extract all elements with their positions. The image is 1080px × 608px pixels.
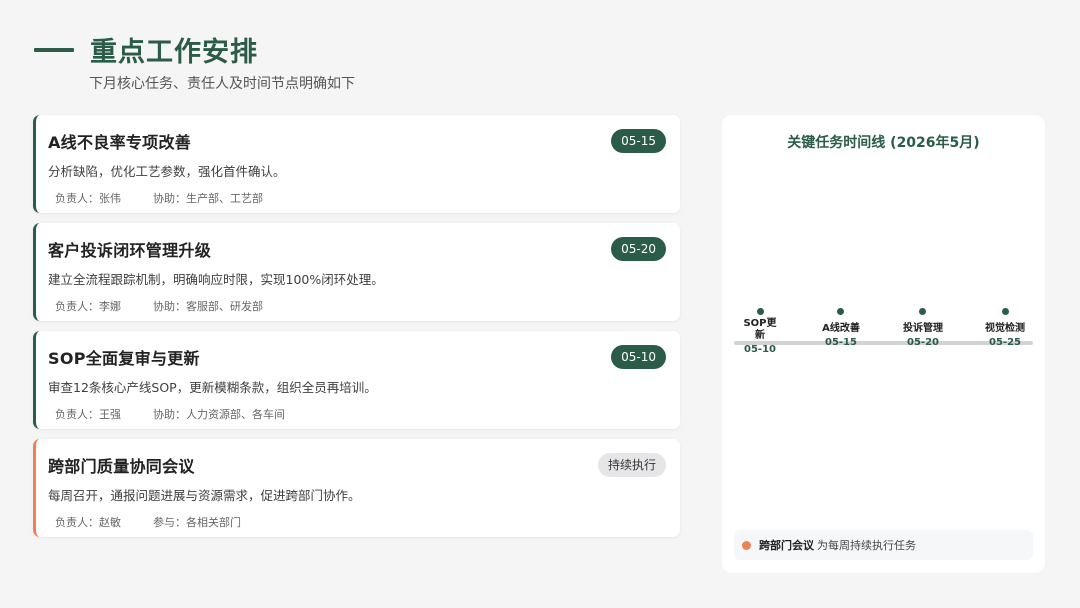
task-title: SOP全面复审与更新 <box>48 349 200 368</box>
timeline-date: 05-25 <box>989 337 1021 348</box>
task-owner: 负责人：张伟 <box>55 192 121 205</box>
timeline-dot <box>1002 308 1009 315</box>
due-date-badge: 05-20 <box>611 237 666 261</box>
task-card[interactable]: A线不良率专项改善 分析缺陷，优化工艺参数，强化首件确认。 负责人：张伟 协助：… <box>33 115 680 213</box>
page-subtitle: 下月核心任务、责任人及时间节点明确如下 <box>89 76 355 92</box>
task-description: 建立全流程跟踪机制，明确响应时限，实现100%闭环处理。 <box>48 272 384 287</box>
task-meta: 负责人：赵敏 参与：各相关部门 <box>48 514 666 530</box>
task-card[interactable]: SOP全面复审与更新 审查12条核心产线SOP，更新模糊条款，组织全员再培训。 … <box>33 331 680 429</box>
task-assist: 协助：生产部、工艺部 <box>153 192 263 205</box>
timeline-date: 05-20 <box>907 337 939 348</box>
timeline-label: 投诉管理 <box>903 323 943 334</box>
due-date-badge: 05-10 <box>611 345 666 369</box>
timeline-date: 05-15 <box>825 337 857 348</box>
timeline-dot <box>919 308 926 315</box>
task-assist: 协助：客服部、研发部 <box>153 300 263 313</box>
timeline-title: 关键任务时间线 (2026年5月) <box>787 135 980 151</box>
timeline-panel: 关键任务时间线 (2026年5月) SOP更新 05-10 A线改善 05-15… <box>722 115 1045 573</box>
task-meta: 负责人：李娜 协助：客服部、研发部 <box>48 298 666 314</box>
timeline-label: 视觉检测 <box>985 323 1025 334</box>
task-card[interactable]: 跨部门质量协同会议 每周召开，通报问题进展与资源需求，促进跨部门协作。 负责人：… <box>33 439 680 537</box>
note-highlight: 跨部门会议 <box>759 539 814 552</box>
task-title: 跨部门质量协同会议 <box>48 457 195 476</box>
note-text: 为每周持续执行任务 <box>817 539 916 552</box>
task-description: 审查12条核心产线SOP，更新模糊条款，组织全员再培训。 <box>48 380 377 395</box>
task-description: 每周召开，通报问题进展与资源需求，促进跨部门协作。 <box>48 488 361 503</box>
task-assist: 参与：各相关部门 <box>153 516 241 529</box>
task-meta: 负责人：张伟 协助：生产部、工艺部 <box>48 190 666 206</box>
timeline-label: A线改善 <box>822 323 860 334</box>
timeline-dot <box>757 308 764 315</box>
task-list: A线不良率专项改善 分析缺陷，优化工艺参数，强化首件确认。 负责人：张伟 协助：… <box>33 115 680 547</box>
timeline-date: 05-10 <box>744 344 776 355</box>
timeline-note: 跨部门会议 为每周持续执行任务 <box>734 530 1033 560</box>
task-owner: 负责人：赵敏 <box>55 516 121 529</box>
status-badge: 持续执行 <box>597 453 666 477</box>
task-meta: 负责人：王强 协助：人力资源部、各车间 <box>48 406 666 422</box>
task-card[interactable]: 客户投诉闭环管理升级 建立全流程跟踪机制，明确响应时限，实现100%闭环处理。 … <box>33 223 680 321</box>
task-description: 分析缺陷，优化工艺参数，强化首件确认。 <box>48 164 286 179</box>
timeline-dot <box>837 308 844 315</box>
title-accent-bar <box>34 47 74 52</box>
due-date-badge: 05-15 <box>611 129 666 153</box>
task-assist: 协助：人力资源部、各车间 <box>153 408 285 421</box>
task-title: 客户投诉闭环管理升级 <box>48 241 212 260</box>
page-header: 重点工作安排 <box>34 30 258 69</box>
task-owner: 负责人：王强 <box>55 408 121 421</box>
orange-dot-icon <box>742 540 751 550</box>
timeline-label: SOP更新 <box>743 318 777 341</box>
page-title: 重点工作安排 <box>90 37 258 68</box>
task-title: A线不良率专项改善 <box>48 133 192 152</box>
task-owner: 负责人：李娜 <box>55 300 121 313</box>
